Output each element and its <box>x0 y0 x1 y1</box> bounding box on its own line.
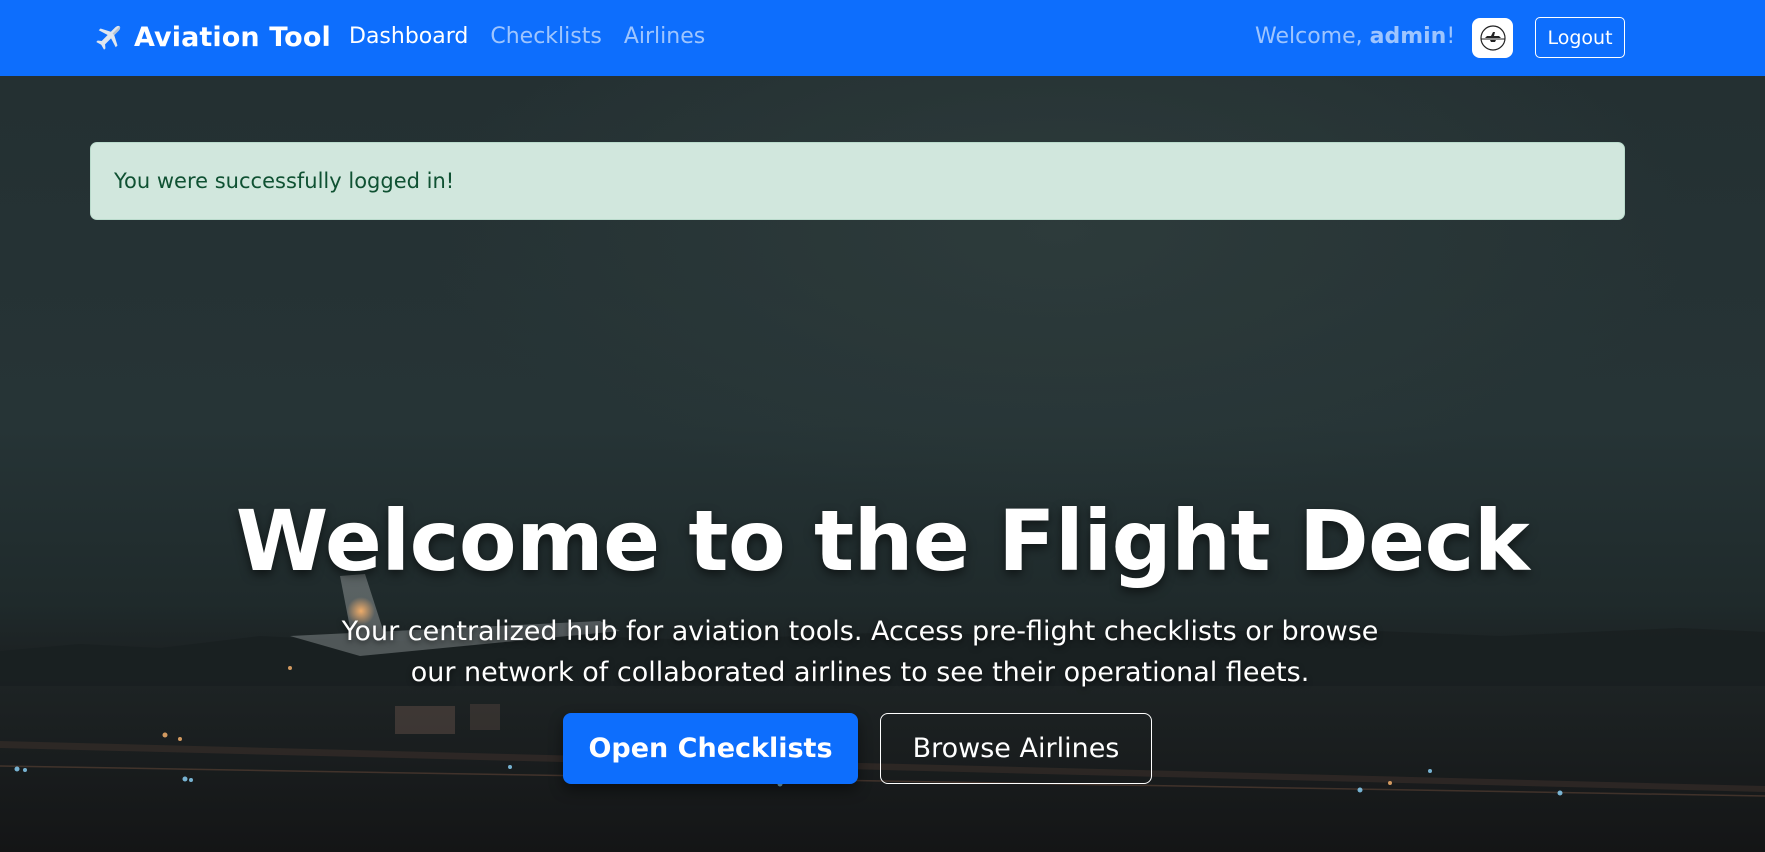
main-nav: Dashboard Checklists Airlines <box>349 24 705 49</box>
alert-message: You were successfully logged in! <box>114 169 455 193</box>
welcome-message: Welcome, admin! <box>1255 24 1455 49</box>
welcome-prefix: Welcome, <box>1255 24 1370 49</box>
airplane-icon <box>96 25 121 50</box>
browse-airlines-button[interactable]: Browse Airlines <box>880 713 1152 784</box>
hero-subtitle: Your centralized hub for aviation tools.… <box>341 616 1379 688</box>
nav-link-airlines[interactable]: Airlines <box>624 24 705 49</box>
welcome-suffix: ! <box>1446 24 1456 49</box>
airline-avatar-button[interactable] <box>1472 18 1513 58</box>
top-navbar: Aviation Tool Dashboard Checklists Airli… <box>0 0 1765 76</box>
logout-button[interactable]: Logout <box>1535 17 1625 58</box>
open-checklists-button[interactable]: Open Checklists <box>563 713 858 784</box>
nav-link-dashboard[interactable]: Dashboard <box>349 24 468 49</box>
hero-section: You were successfully logged in! Welcome… <box>0 76 1765 852</box>
success-alert: You were successfully logged in! <box>90 142 1625 220</box>
welcome-username: admin <box>1369 24 1447 49</box>
brand-name: Aviation Tool <box>134 21 331 53</box>
airline-logo-icon <box>1479 25 1506 51</box>
hero-title: Welcome to the Flight Deck <box>235 492 1530 590</box>
brand-link[interactable]: Aviation Tool <box>94 20 331 54</box>
nav-link-checklists[interactable]: Checklists <box>490 24 601 49</box>
